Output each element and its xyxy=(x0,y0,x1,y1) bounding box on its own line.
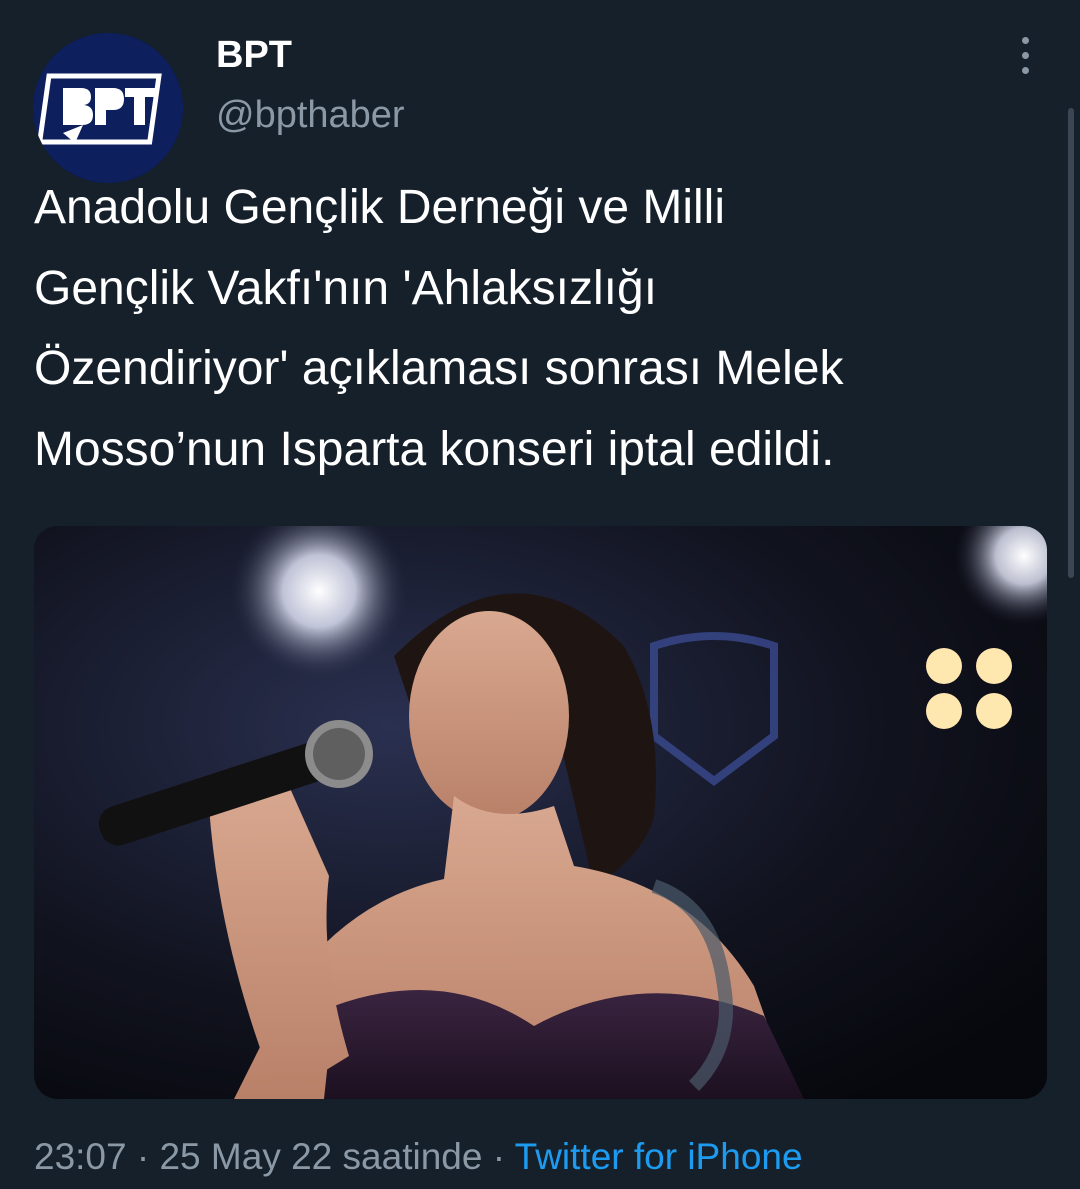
tweet: BPT @bpthaber Anadolu Gençlik Derneği ve… xyxy=(0,0,1080,1189)
tweet-text-line: Gençlik Vakfı'nın 'Ahlaksızlığı xyxy=(34,261,658,315)
meta-separator: · xyxy=(126,1136,160,1177)
tweet-source-link[interactable]: Twitter for iPhone xyxy=(515,1136,803,1177)
meta-separator: · xyxy=(482,1136,515,1177)
concert-photo xyxy=(34,526,1047,1099)
tweet-text: Anadolu Gençlik Derneği ve Milli Gençlik… xyxy=(34,168,1054,490)
tweet-text-line: Özendiriyor' açıklaması sonrası Melek xyxy=(34,342,844,395)
tweet-media-photo[interactable] xyxy=(34,526,1047,1099)
tweet-date[interactable]: 25 May 22 saatinde xyxy=(159,1136,482,1177)
tweet-text-line: Mosso’nun Isparta konseri iptal edildi. xyxy=(34,422,835,476)
user-handle[interactable]: @bpthaber xyxy=(216,94,405,137)
display-name[interactable]: BPT xyxy=(216,34,292,77)
scrollbar[interactable] xyxy=(1068,108,1074,578)
bpt-logo xyxy=(33,33,183,183)
more-vertical-icon[interactable] xyxy=(1004,30,1046,80)
avatar[interactable] xyxy=(33,33,183,183)
tweet-time[interactable]: 23:07 xyxy=(34,1136,127,1177)
tweet-text-line: Anadolu Gençlik Derneği ve Milli xyxy=(34,181,725,234)
tweet-meta: 23:07 · 25 May 22 saatinde · Twitter for… xyxy=(34,1136,803,1178)
